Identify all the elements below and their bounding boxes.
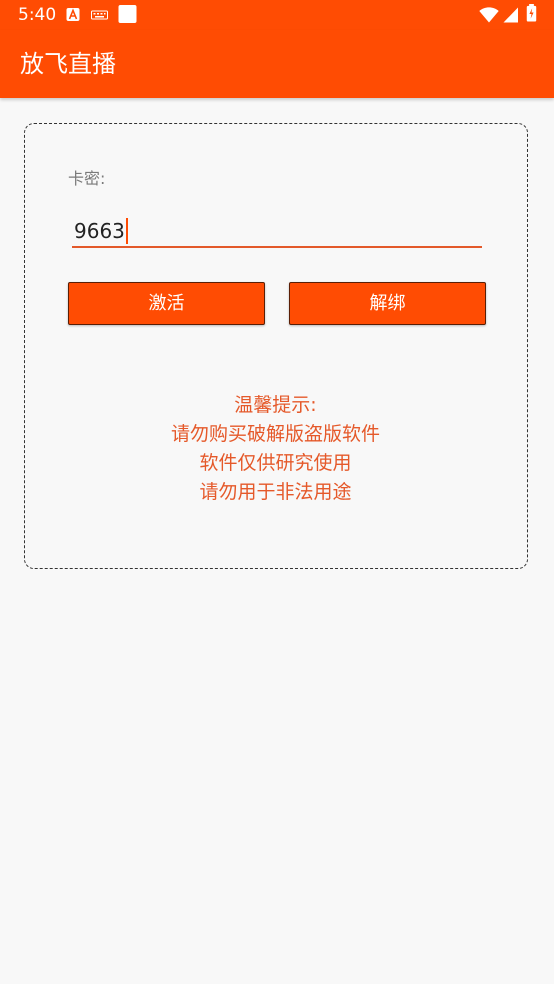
- card-key-value: 9663: [74, 218, 128, 244]
- notice-line: 请勿用于非法用途: [199, 481, 352, 503]
- text-caret: [125, 218, 128, 244]
- keyboard-icon: [91, 10, 108, 20]
- notice-line: 请勿购买破解版盗版软件: [170, 423, 380, 445]
- notice-line: 温馨提示:: [234, 394, 317, 416]
- activation-card: 卡密: 9663 激活 解绑 温馨提示: 请勿购买破解版盗版软件 软件仅供研究使…: [24, 123, 528, 569]
- app-bar: 放飞直播: [0, 30, 554, 98]
- status-bar: 5:40: [0, 0, 554, 30]
- a-notification-icon: [66, 8, 80, 21]
- card-key-label: 卡密:: [68, 169, 106, 188]
- unbind-button[interactable]: 解绑: [289, 282, 486, 325]
- cell-signal-icon: [503, 7, 518, 23]
- notice-text: 温馨提示: 请勿购买破解版盗版软件 软件仅供研究使用 请勿用于非法用途: [25, 391, 526, 507]
- status-time: 5:40: [18, 5, 57, 25]
- white-square-icon: [118, 5, 137, 23]
- notice-line: 软件仅供研究使用: [199, 452, 352, 474]
- battery-icon: [526, 4, 537, 22]
- wifi-icon: [479, 7, 499, 23]
- app-title: 放飞直播: [20, 50, 116, 78]
- card-key-input[interactable]: 9663: [72, 212, 482, 248]
- card-key-text: 9663: [74, 219, 125, 243]
- activate-button[interactable]: 激活: [68, 282, 265, 325]
